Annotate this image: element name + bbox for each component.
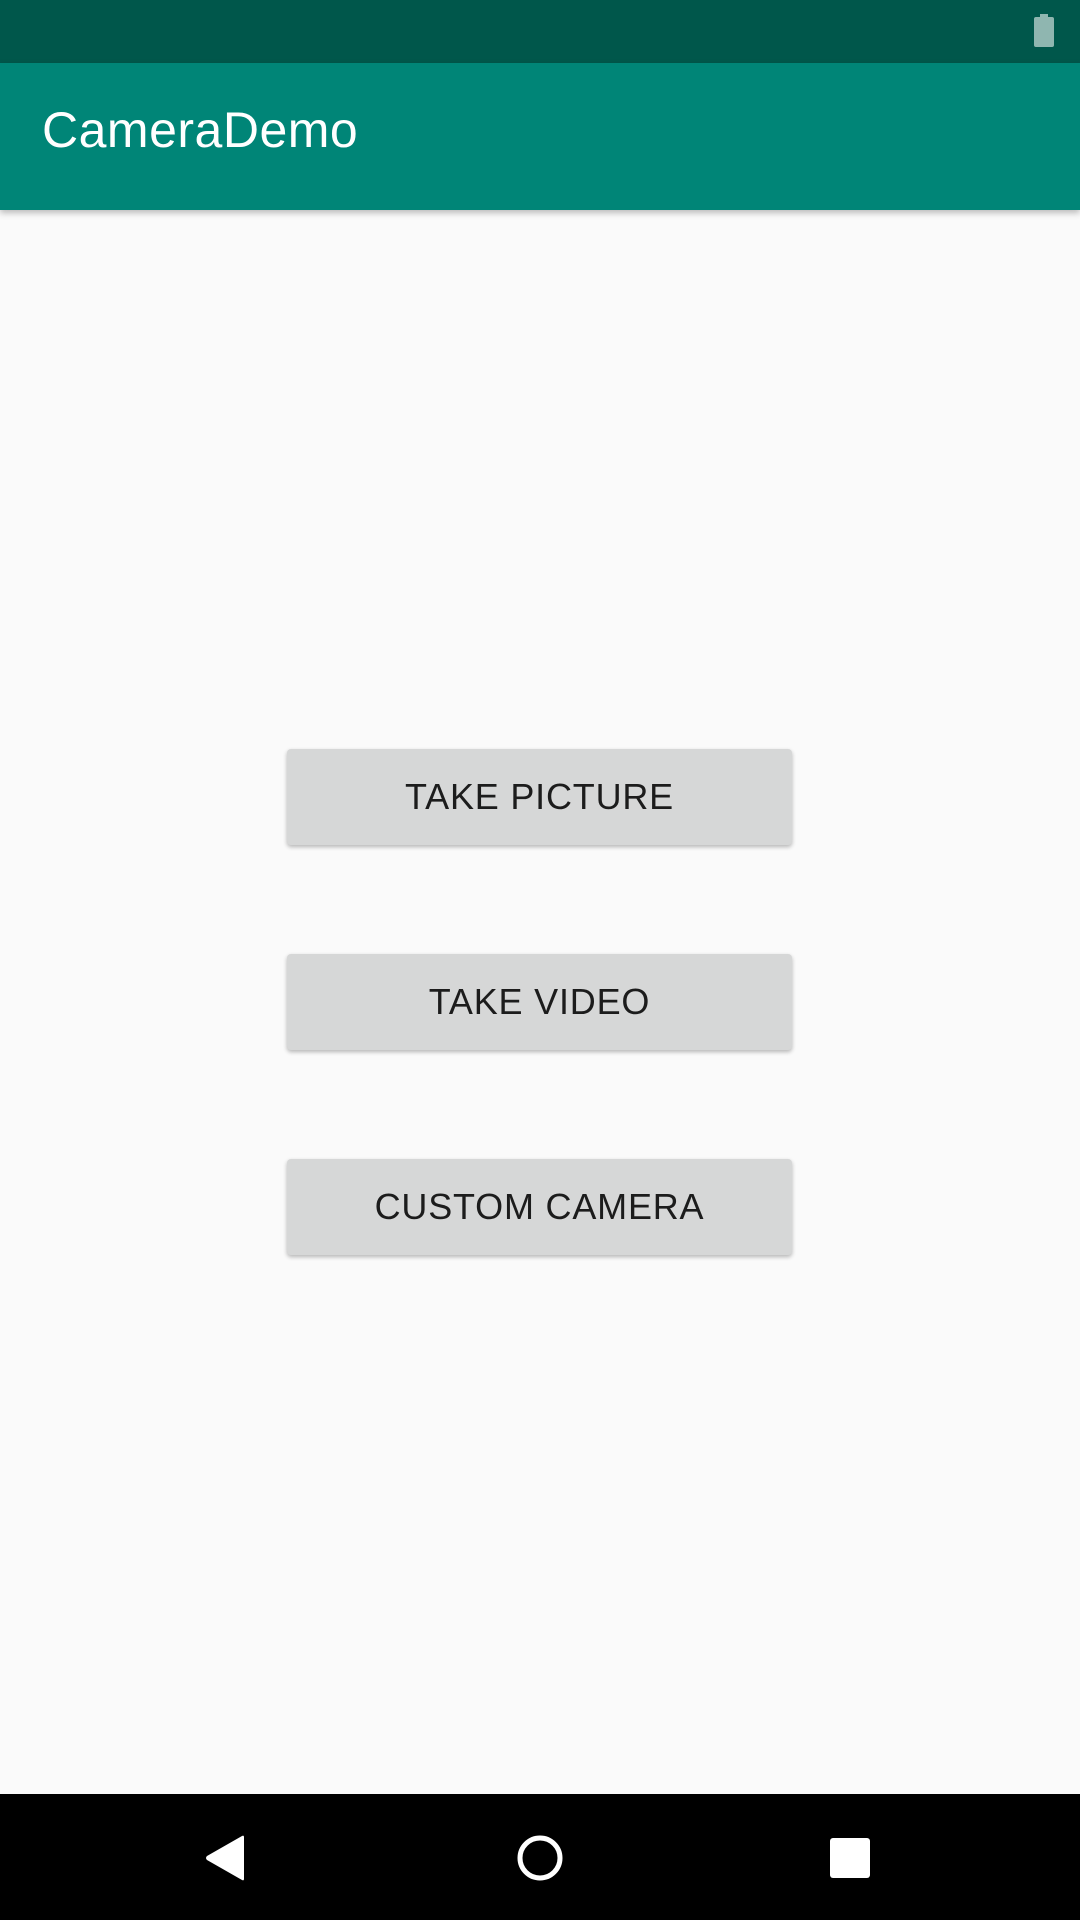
app-bar: CameraDemo [0, 63, 1080, 210]
take-video-button[interactable]: TAKE VIDEO [287, 954, 792, 1050]
back-icon [206, 1835, 244, 1881]
home-button[interactable] [498, 1816, 582, 1900]
status-bar [0, 0, 1080, 63]
app-title: CameraDemo [42, 102, 359, 158]
battery-icon [1034, 14, 1054, 47]
back-button[interactable] [183, 1816, 267, 1900]
main-content: TAKE PICTURE TAKE VIDEO CUSTOM CAMERA [0, 210, 1080, 1794]
navigation-bar [0, 1794, 1080, 1920]
custom-camera-button[interactable]: CUSTOM CAMERA [287, 1159, 792, 1255]
recents-icon [830, 1838, 870, 1878]
home-icon [517, 1835, 563, 1881]
recents-button[interactable] [808, 1816, 892, 1900]
screen: CameraDemo TAKE PICTURE TAKE VIDEO CUSTO… [0, 0, 1080, 1920]
take-picture-button[interactable]: TAKE PICTURE [287, 749, 792, 845]
